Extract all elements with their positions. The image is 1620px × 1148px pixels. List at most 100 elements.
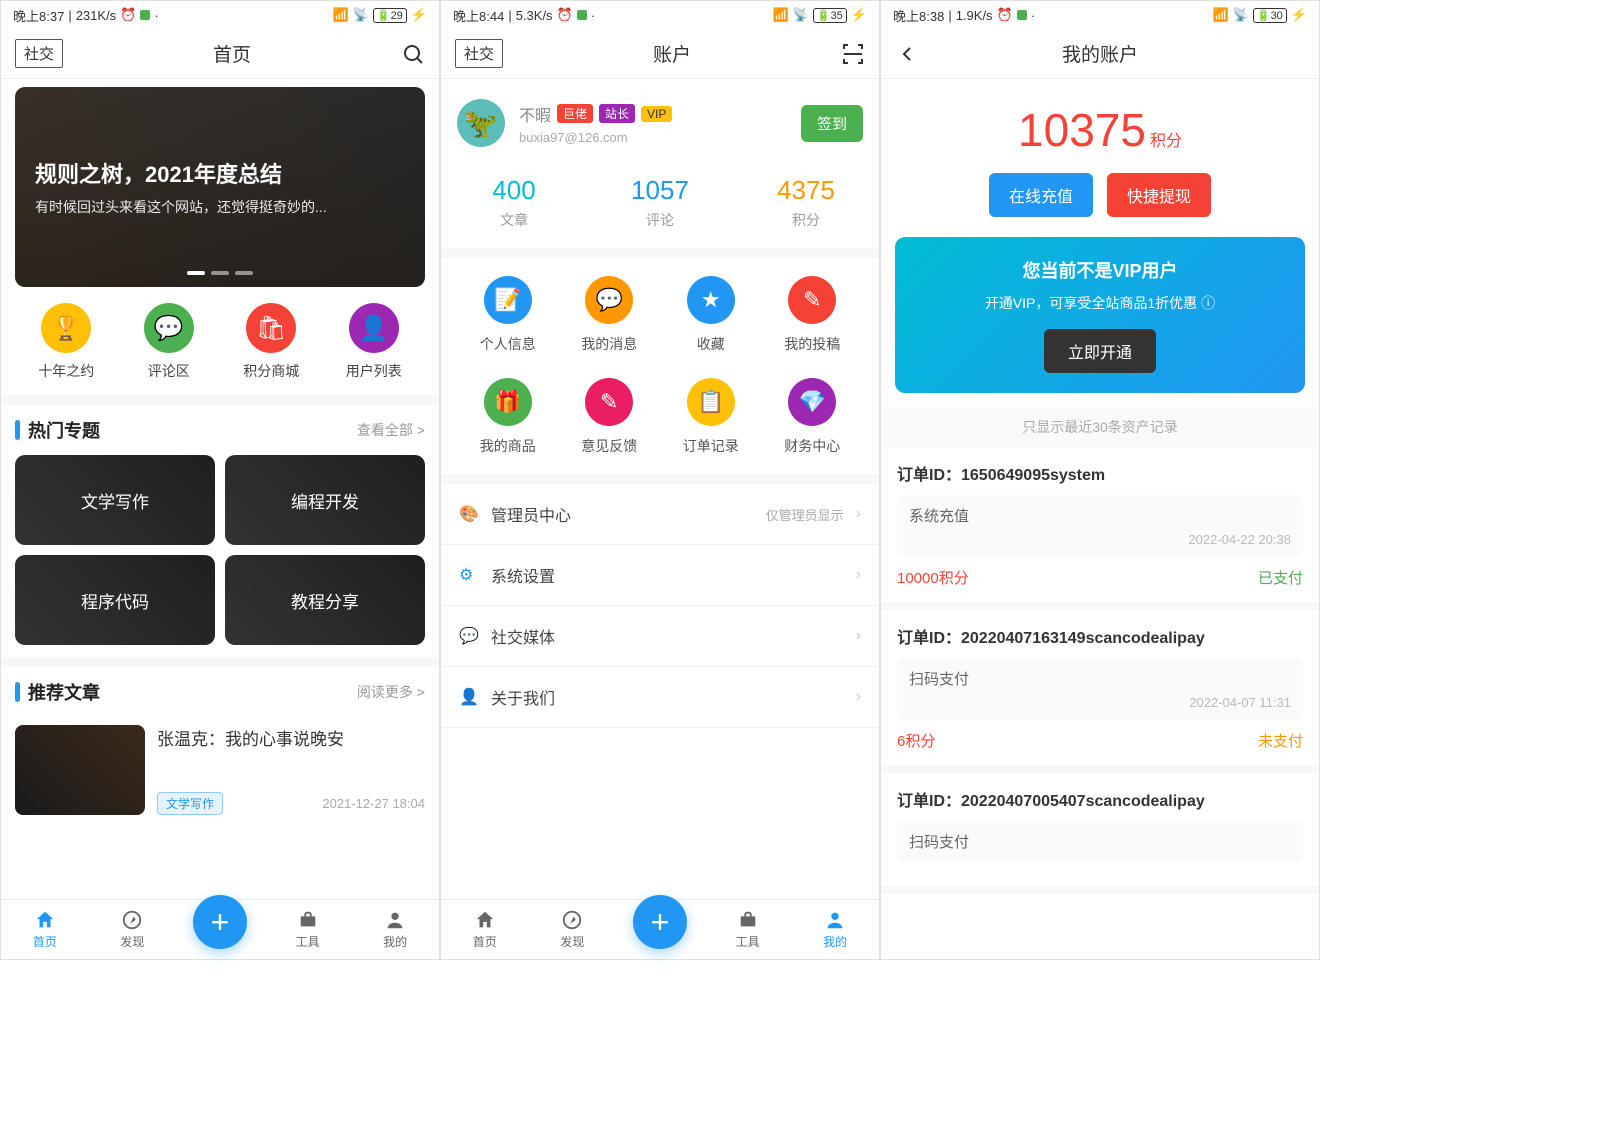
tab-home[interactable]: 首页: [1, 909, 89, 950]
action-label: 订单记录: [683, 436, 739, 456]
tab-briefcase[interactable]: 工具: [704, 909, 792, 950]
section-title-rec: 推荐文章: [15, 679, 100, 705]
app-dot-icon: [140, 10, 150, 20]
search-icon[interactable]: [401, 42, 425, 66]
signal-icon: 📶: [1212, 7, 1228, 23]
avatar[interactable]: 🦖: [457, 99, 505, 147]
section-title-hot: 热门专题: [15, 417, 100, 443]
tab-label: 工具: [736, 933, 760, 950]
scan-icon[interactable]: [841, 42, 865, 66]
stats-row: 400 文章 1057 评论 4375 积分: [441, 167, 879, 258]
social-tag[interactable]: 社交: [455, 39, 503, 68]
checkin-button[interactable]: 签到: [801, 105, 863, 142]
tab-label: 发现: [120, 933, 144, 950]
action-item[interactable]: 💬 我的消息: [559, 276, 661, 354]
stat-label: 积分: [733, 210, 879, 230]
tab-compass[interactable]: 发现: [529, 909, 617, 950]
quick-item[interactable]: 💬 评论区: [118, 303, 221, 381]
person-icon: [384, 909, 406, 931]
stat-value: 400: [441, 175, 587, 206]
social-tag[interactable]: 社交: [15, 39, 63, 68]
action-label: 个人信息: [480, 334, 536, 354]
tab-bar: 首页 发现 工具 我的 +: [441, 899, 879, 959]
hero-banner[interactable]: 规则之树，2021年度总结 有时候回过头来看这个网站，还觉得挺奇妙的...: [15, 87, 425, 287]
list-row[interactable]: 👤 关于我们 ›: [441, 667, 879, 728]
status-bar: 晚上8:38 | 1.9K/s ⏰ · 📶 📡 🔋30 ⚡: [881, 1, 1319, 29]
list-row[interactable]: 💬 社交媒体 ›: [441, 606, 879, 667]
quick-item[interactable]: 🛍 积分商城: [220, 303, 323, 381]
tab-label: 首页: [33, 933, 57, 950]
vip-subtitle: 开通VIP，可享受全站商品1折优惠 ⓘ: [915, 293, 1285, 313]
article-tag[interactable]: 文学写作: [157, 792, 223, 815]
stat-label: 文章: [441, 210, 587, 230]
recharge-button[interactable]: 在线充值: [989, 173, 1093, 217]
action-item[interactable]: 💎 财务中心: [762, 378, 864, 456]
action-item[interactable]: 🎁 我的商品: [457, 378, 559, 456]
app-dot-icon: [577, 10, 587, 20]
briefcase-icon: [297, 909, 319, 931]
order-id: 订单ID：1650649095system: [897, 461, 1303, 485]
alarm-icon: ⏰: [997, 7, 1013, 23]
article-card[interactable]: 张温克：我的心事说晚安 文学写作 2021-12-27 18:04: [15, 717, 425, 823]
list-row[interactable]: ⚙ 系统设置 ›: [441, 545, 879, 606]
action-grid: 📝 个人信息 💬 我的消息 ★ 收藏 ✎ 我的投稿 🎁 我的商品 ✎ 意见反馈 …: [441, 258, 879, 484]
read-more-link[interactable]: 阅读更多 >: [357, 682, 425, 702]
topic-card[interactable]: 编程开发: [225, 455, 425, 545]
help-icon[interactable]: ⓘ: [1201, 293, 1215, 313]
profile-email: buxia97@126.com: [519, 130, 787, 145]
fab-button[interactable]: +: [633, 895, 687, 949]
topic-card[interactable]: 教程分享: [225, 555, 425, 645]
order-id: 订单ID：20220407163149scancodealipay: [897, 624, 1303, 648]
quick-item[interactable]: 🏆 十年之约: [15, 303, 118, 381]
page-title: 账户: [503, 40, 841, 67]
badge-vip: VIP: [641, 106, 672, 122]
wifi-icon: 📡: [1233, 7, 1249, 23]
list-text: 关于我们: [491, 685, 844, 709]
topic-card[interactable]: 程序代码: [15, 555, 215, 645]
badge-boss: 巨佬: [557, 104, 593, 123]
tab-home[interactable]: 首页: [441, 909, 529, 950]
stat-label: 评论: [587, 210, 733, 230]
quick-label: 十年之约: [38, 361, 94, 381]
tab-person[interactable]: 我的: [791, 909, 879, 950]
tab-briefcase[interactable]: 工具: [264, 909, 352, 950]
signal-icon: 📶: [332, 7, 348, 23]
action-item[interactable]: ✎ 意见反馈: [559, 378, 661, 456]
fab-button[interactable]: +: [193, 895, 247, 949]
action-item[interactable]: 📝 个人信息: [457, 276, 559, 354]
signal-icon: 📶: [772, 7, 788, 23]
action-icon: ✎: [585, 378, 633, 426]
topic-card[interactable]: 文学写作: [15, 455, 215, 545]
list-note: 仅管理员显示: [766, 505, 844, 524]
back-icon[interactable]: [895, 42, 919, 66]
vip-open-button[interactable]: 立即开通: [1044, 329, 1156, 373]
header: 社交 账户: [441, 29, 879, 79]
quick-item[interactable]: 👤 用户列表: [323, 303, 426, 381]
tab-bar: 首页 发现 工具 我的 +: [1, 899, 439, 959]
order-id: 订单ID：20220407005407scancodealipay: [897, 787, 1303, 811]
stat-item[interactable]: 400 文章: [441, 175, 587, 230]
chevron-right-icon: ›: [856, 688, 861, 706]
order-date: 2022-04-07 11:31: [909, 695, 1291, 710]
view-all-link[interactable]: 查看全部 >: [357, 420, 425, 440]
badge-admin: 站长: [599, 104, 635, 123]
action-item[interactable]: ✎ 我的投稿: [762, 276, 864, 354]
topic-grid: 文学写作编程开发程序代码教程分享: [15, 455, 425, 645]
tab-person[interactable]: 我的: [351, 909, 439, 950]
stat-value: 4375: [733, 175, 879, 206]
list-row[interactable]: 🎨 管理员中心 仅管理员显示 ›: [441, 484, 879, 545]
order-item[interactable]: 订单ID：1650649095system 系统充值 2022-04-22 20…: [881, 447, 1319, 610]
action-icon: 💎: [788, 378, 836, 426]
action-item[interactable]: 📋 订单记录: [660, 378, 762, 456]
list-text: 社交媒体: [491, 624, 844, 648]
stat-item[interactable]: 1057 评论: [587, 175, 733, 230]
stat-item[interactable]: 4375 积分: [733, 175, 879, 230]
order-date: 2022-04-22 20:38: [909, 532, 1291, 547]
withdraw-button[interactable]: 快捷提现: [1107, 173, 1211, 217]
order-item[interactable]: 订单ID：20220407005407scancodealipay 扫码支付: [881, 773, 1319, 894]
action-item[interactable]: ★ 收藏: [660, 276, 762, 354]
order-item[interactable]: 订单ID：20220407163149scancodealipay 扫码支付 2…: [881, 610, 1319, 773]
status-time: 晚上8:44: [453, 6, 504, 25]
tab-compass[interactable]: 发现: [89, 909, 177, 950]
action-label: 收藏: [697, 334, 725, 354]
